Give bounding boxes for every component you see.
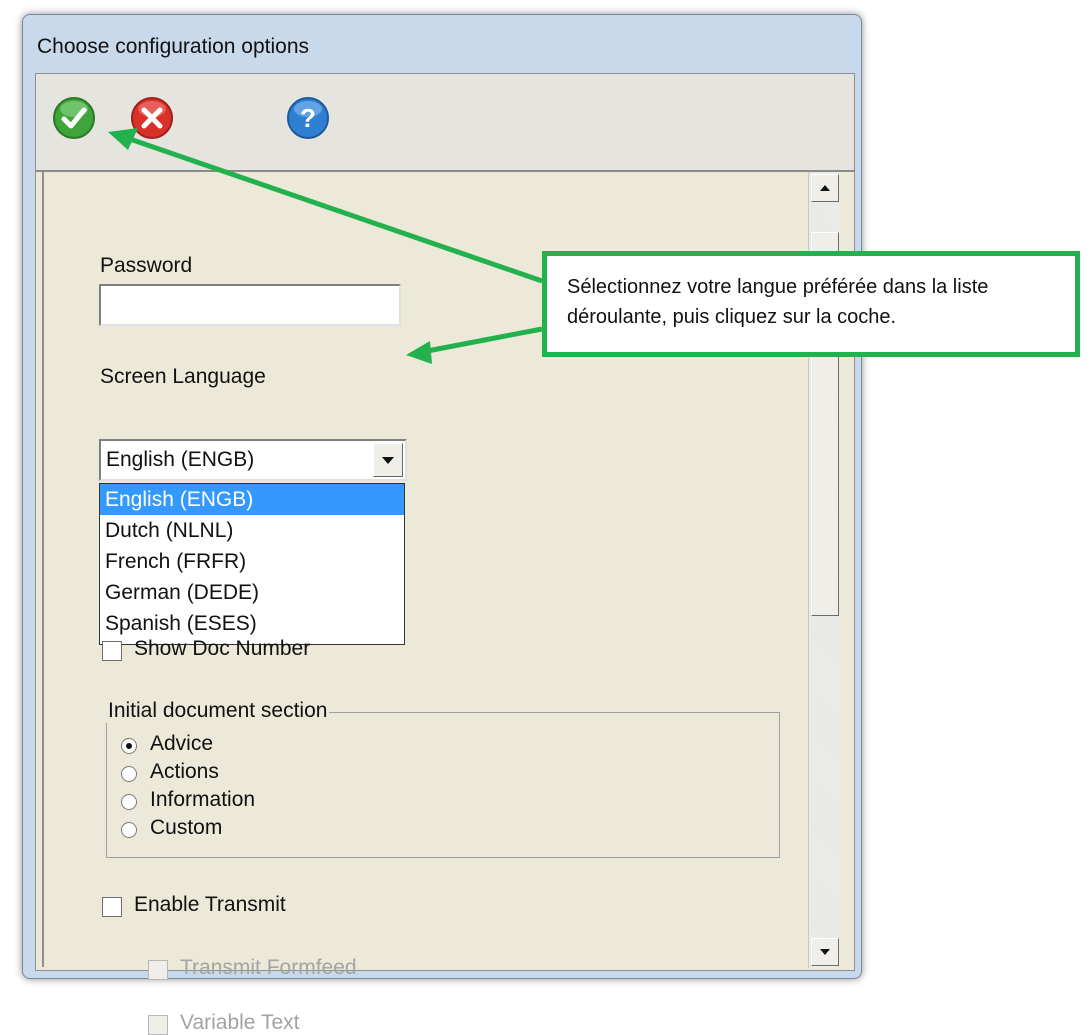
scroll-down-button[interactable] xyxy=(811,938,839,966)
language-option[interactable]: German (DEDE) xyxy=(100,577,404,608)
close-icon xyxy=(131,97,173,139)
dropdown-button[interactable] xyxy=(373,443,403,477)
transmit-formfeed-label: Transmit Formfeed xyxy=(180,956,357,979)
section-label: Custom xyxy=(150,816,223,839)
section-radio-custom[interactable] xyxy=(121,822,137,838)
language-option[interactable]: Dutch (NLNL) xyxy=(100,515,404,546)
checkmark-icon xyxy=(53,97,95,139)
instruction-callout: Sélectionnez votre langue préférée dans … xyxy=(542,251,1080,357)
section-radio-actions[interactable] xyxy=(121,766,137,782)
help-icon: ? xyxy=(287,97,329,139)
chevron-down-icon xyxy=(382,457,394,464)
language-dropdown-list: English (ENGB) Dutch (NLNL) French (FRFR… xyxy=(99,483,405,645)
enable-transmit-label: Enable Transmit xyxy=(134,893,286,916)
password-label: Password xyxy=(100,254,193,277)
help-button[interactable]: ? xyxy=(286,96,330,140)
language-option[interactable]: Spanish (ESES) xyxy=(100,608,404,639)
enable-transmit-checkbox[interactable] xyxy=(102,897,122,917)
ok-button[interactable] xyxy=(52,96,96,140)
arrow-down-icon xyxy=(820,949,830,955)
initial-section-legend: Initial document section xyxy=(106,699,330,723)
password-field[interactable] xyxy=(99,284,401,326)
transmit-formfeed-checkbox[interactable] xyxy=(148,960,168,980)
language-option[interactable]: French (FRFR) xyxy=(100,546,404,577)
section-label: Information xyxy=(150,788,256,811)
dialog-client: ? Password Screen Language English (ENGB… xyxy=(35,73,855,1035)
cancel-button[interactable] xyxy=(130,96,174,140)
window-title: Choose configuration options xyxy=(37,35,310,58)
language-select[interactable]: English (ENGB) xyxy=(99,439,407,481)
language-select-value: English (ENGB) xyxy=(106,448,255,471)
arrow-up-icon xyxy=(820,185,830,191)
show-doc-number-checkbox[interactable] xyxy=(102,641,122,661)
language-option[interactable]: English (ENGB) xyxy=(100,484,404,515)
variable-text-checkbox[interactable] xyxy=(148,1015,168,1035)
variable-text-label: Variable Text xyxy=(180,1011,300,1034)
section-radio-information[interactable] xyxy=(121,794,137,810)
section-label: Actions xyxy=(150,760,219,783)
section-radio-advice[interactable] xyxy=(121,738,137,754)
svg-text:?: ? xyxy=(300,103,316,133)
section-label: Advice xyxy=(150,732,214,755)
show-doc-number-label: Show Doc Number xyxy=(134,637,311,660)
configuration-dialog: Choose configuration options ? Password … xyxy=(22,14,862,1035)
toolbar: ? xyxy=(36,74,854,172)
screen-language-label: Screen Language xyxy=(100,365,266,388)
scroll-up-button[interactable] xyxy=(811,174,839,202)
